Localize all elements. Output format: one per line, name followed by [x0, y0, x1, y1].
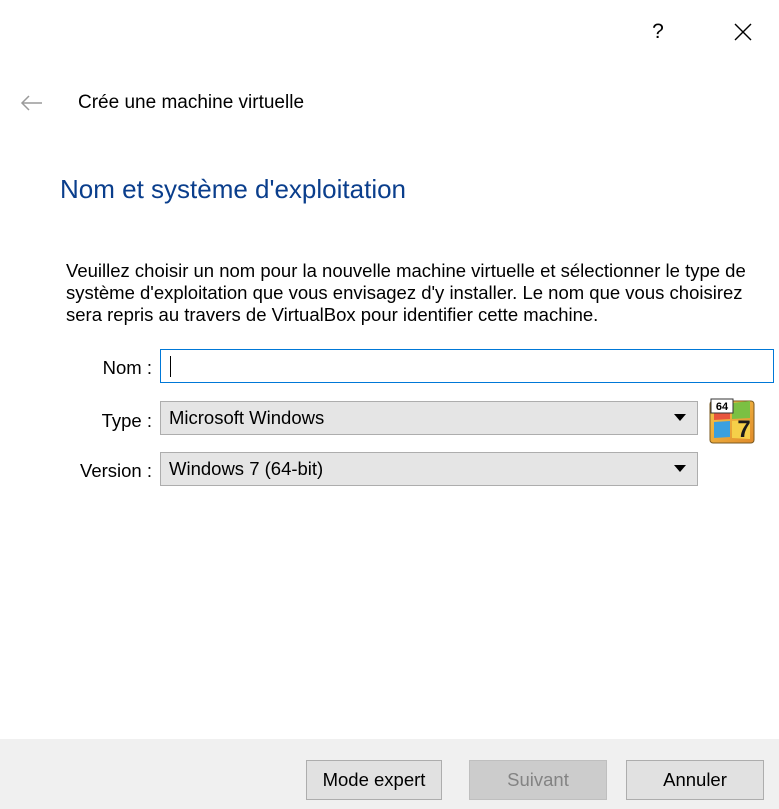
description-text: Veuillez choisir un nom pour la nouvelle… [66, 260, 746, 325]
text-caret [170, 356, 171, 377]
os-icon-badge: 64 [716, 401, 729, 413]
back-arrow-icon[interactable] [20, 94, 44, 112]
os-icon-number: 7 [737, 416, 750, 443]
cancel-button[interactable]: Annuler [626, 760, 764, 800]
close-icon [734, 23, 752, 41]
name-label: Nom : [102, 357, 152, 378]
page-heading: Nom et système d'exploitation [60, 174, 407, 204]
close-button[interactable] [723, 14, 763, 50]
type-value: Microsoft Windows [169, 407, 325, 428]
version-label: Version : [80, 460, 152, 481]
type-label: Type : [101, 410, 152, 431]
wizard-title: Crée une machine virtuelle [78, 92, 305, 113]
chevron-down-icon [663, 453, 697, 485]
name-field[interactable] [160, 349, 774, 383]
version-value: Windows 7 (64-bit) [169, 458, 324, 479]
help-label: ? [652, 20, 664, 43]
next-button[interactable]: Suivant [469, 760, 607, 800]
windows-7-64-icon: 64 7 [709, 398, 755, 444]
help-button[interactable]: ? [638, 14, 678, 50]
create-vm-dialog: ? Crée une machine virtuelle Nom et syst… [0, 0, 779, 809]
chevron-down-icon [663, 402, 697, 434]
type-select[interactable]: Microsoft Windows [160, 401, 698, 435]
expert-mode-button[interactable]: Mode expert [306, 760, 442, 800]
version-select[interactable]: Windows 7 (64-bit) [160, 452, 698, 486]
